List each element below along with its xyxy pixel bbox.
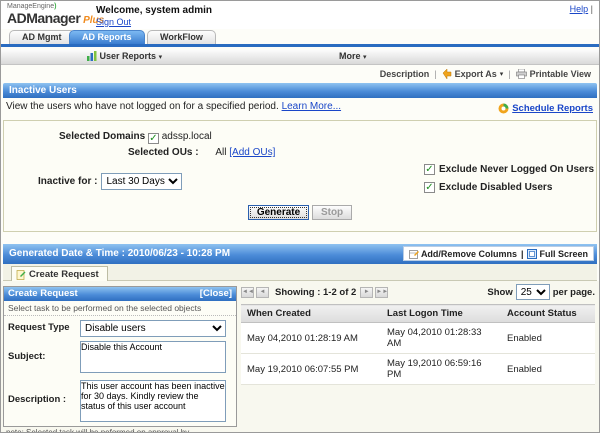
menu-user-reports[interactable]: User Reports ▾ — [87, 51, 162, 61]
subject-label: Subject: — [8, 351, 45, 362]
description-label: Description : — [8, 394, 66, 405]
brand-admanager: ADManager — [7, 10, 80, 26]
create-request-tab[interactable]: Create Request — [11, 266, 108, 281]
genbar-separator: | — [521, 249, 524, 259]
exclude-never-label: Exclude Never Logged On Users — [439, 164, 594, 175]
welcome-block: Welcome, system admin Sign Out — [96, 5, 212, 27]
user-reports-icon — [87, 51, 97, 61]
export-as-link[interactable]: Export As ▾ — [442, 69, 504, 79]
admanager-window: ManageEngine) ADManager Plus Welcome, sy… — [0, 0, 600, 433]
result-tabstrip: Create Request — [3, 264, 597, 281]
cell-last-logon: May 04,2010 01:28:33 AM — [381, 323, 501, 354]
report-criteria-panel: Selected Domains ✓ adssp.local Selected … — [3, 120, 597, 232]
menu-more[interactable]: More ▾ — [339, 51, 367, 61]
reports-menubar: User Reports ▾ More ▾ — [1, 50, 599, 65]
current-user: system admin — [145, 5, 212, 16]
selected-domains-label: Selected Domains — [59, 131, 145, 142]
printable-view-icon — [516, 69, 527, 79]
full-screen-link[interactable]: Full Screen — [527, 249, 588, 259]
add-remove-columns-link[interactable]: Add/Remove Columns — [409, 249, 517, 259]
pagination-bar: ◄◄ ◄ Showing : 1-2 of 2 ► ►► Show 25 per… — [241, 284, 595, 300]
inactive-for-select[interactable]: Last 30 Days — [101, 173, 182, 190]
dialog-instruction: Select task to be performed on the selec… — [4, 301, 236, 316]
chevron-down-icon: ▾ — [159, 54, 163, 61]
main-tabbar: AD Mgmt AD Reports WorkFlow — [1, 29, 599, 47]
description-field[interactable]: This user account has been inactive for … — [80, 380, 226, 422]
per-page-label: per page. — [553, 287, 595, 298]
welcome-label: Welcome, — [96, 5, 143, 16]
schedule-reports-icon — [498, 103, 509, 114]
selected-ous-label: Selected OUs : — [128, 147, 199, 158]
domain-checkbox[interactable]: ✓ — [148, 133, 159, 144]
cell-when-created: May 04,2010 01:28:19 AM — [241, 323, 381, 354]
tab-ad-mgmt[interactable]: AD Mgmt — [9, 30, 75, 44]
cell-last-logon: May 19,2010 06:59:16 PM — [381, 354, 501, 385]
generate-button[interactable]: Generate — [248, 205, 309, 220]
results-region: ◄◄ ◄ Showing : 1-2 of 2 ► ►► Show 25 per… — [241, 284, 595, 385]
report-title-bar: Inactive Users — [3, 83, 597, 98]
tab-ad-reports[interactable]: AD Reports — [69, 30, 145, 44]
inactive-users-table: When Created Last Logon Time Account Sta… — [241, 304, 595, 385]
generated-datetime: Generated Date & Time : 2010/06/23 - 10:… — [9, 248, 230, 259]
add-ous-link[interactable]: [Add OUs] — [229, 147, 275, 158]
dialog-note: note: Selected task will be peformed on … — [6, 428, 234, 433]
inactive-for-label: Inactive for : — [38, 176, 97, 187]
chevron-down-icon: ▾ — [363, 54, 367, 61]
table-row[interactable]: May 04,2010 01:28:19 AM May 04,2010 01:2… — [241, 323, 595, 354]
dialog-title: Create Request — [8, 288, 78, 301]
help-separator: | — [591, 4, 593, 14]
col-last-logon[interactable]: Last Logon Time — [381, 305, 501, 323]
report-toolbar: Description | Export As ▾ | Printable Vi… — [380, 67, 591, 81]
description-link[interactable]: Description — [380, 69, 430, 79]
chevron-down-icon: ▾ — [500, 70, 504, 78]
report-subtitle: View the users who have not logged on fo… — [6, 101, 279, 112]
cell-account-status: Enabled — [501, 323, 595, 354]
create-request-icon — [16, 270, 26, 280]
showing-label: Showing : 1-2 of 2 — [275, 287, 356, 298]
help-link[interactable]: Help — [570, 4, 589, 14]
schedule-reports[interactable]: Schedule Reports — [498, 103, 593, 114]
swoosh-icon: ) — [54, 3, 56, 10]
first-page-button[interactable]: ◄◄ — [241, 287, 254, 298]
exclude-disabled-checkbox[interactable]: ✓ — [424, 182, 435, 193]
dialog-header: Create Request [Close] — [4, 287, 236, 301]
cell-account-status: Enabled — [501, 354, 595, 385]
show-label: Show — [487, 287, 512, 298]
next-page-button[interactable]: ► — [360, 287, 373, 298]
request-type-label: Request Type — [8, 322, 70, 333]
close-link[interactable]: [Close] — [200, 288, 232, 301]
exclude-never-checkbox[interactable]: ✓ — [424, 164, 435, 175]
col-when-created[interactable]: When Created — [241, 305, 381, 323]
learn-more-link[interactable]: Learn More... — [282, 101, 341, 112]
tab-workflow[interactable]: WorkFlow — [147, 30, 216, 44]
page-title: Inactive Users — [9, 85, 77, 96]
last-page-button[interactable]: ►► — [375, 287, 388, 298]
cell-when-created: May 19,2010 06:07:55 PM — [241, 354, 381, 385]
per-page-select[interactable]: 25 — [516, 284, 550, 300]
subject-field[interactable]: Disable this Account — [80, 341, 226, 373]
request-type-select[interactable]: Disable users — [80, 320, 226, 337]
domain-name: adssp.local — [162, 131, 212, 142]
full-screen-icon — [527, 249, 537, 259]
add-remove-columns-icon — [409, 249, 419, 259]
printable-view-link[interactable]: Printable View — [516, 69, 591, 79]
exclude-disabled-label: Exclude Disabled Users — [439, 182, 552, 193]
export-as-icon — [442, 69, 452, 79]
app-header: ManageEngine) ADManager Plus Welcome, sy… — [1, 1, 599, 29]
table-header-row: When Created Last Logon Time Account Sta… — [241, 305, 595, 323]
sign-out-link[interactable]: Sign Out — [96, 17, 212, 27]
generated-bar: Generated Date & Time : 2010/06/23 - 10:… — [3, 244, 597, 264]
selected-ous-value: All — [215, 147, 226, 158]
stop-button[interactable]: Stop — [312, 205, 352, 220]
table-row[interactable]: May 19,2010 06:07:55 PM May 19,2010 06:5… — [241, 354, 595, 385]
prev-page-button[interactable]: ◄ — [256, 287, 269, 298]
col-account-status[interactable]: Account Status — [501, 305, 595, 323]
create-request-dialog: Create Request [Close] Select task to be… — [3, 286, 237, 427]
brand-manageengine: ManageEngine — [7, 3, 54, 10]
